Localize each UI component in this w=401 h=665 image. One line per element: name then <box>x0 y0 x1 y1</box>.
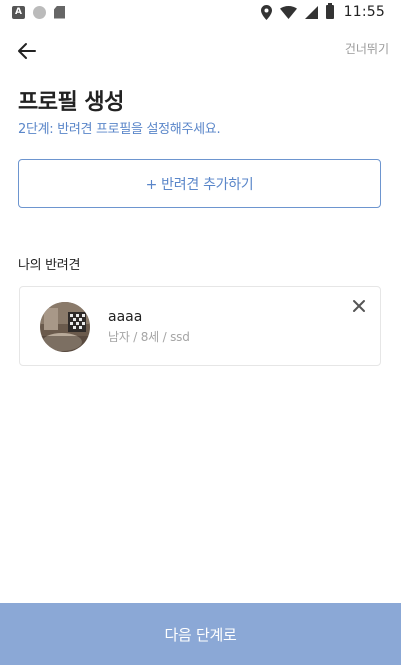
status-time: 11:55 <box>343 4 385 20</box>
status-bar-right: 11:55 <box>260 3 385 20</box>
wifi-icon <box>279 5 297 19</box>
close-icon <box>353 300 365 312</box>
status-bar: A 11:55 <box>0 0 401 24</box>
signal-icon <box>304 5 318 19</box>
add-pet-button-label: + 반려견 추가하기 <box>145 176 254 193</box>
add-pet-button[interactable]: + 반려견 추가하기 <box>18 159 381 208</box>
page-title: 프로필 생성 <box>18 90 124 115</box>
skip-link[interactable]: 건너뛰기 <box>345 40 389 57</box>
my-pets-section-title: 나의 반려견 <box>18 258 81 273</box>
sd-card-icon <box>54 5 65 19</box>
remove-pet-button[interactable] <box>350 297 368 315</box>
location-icon <box>260 4 272 20</box>
pet-name: aaaa <box>108 309 143 325</box>
pet-photo <box>40 302 90 352</box>
next-step-button-label: 다음 단계로 <box>164 625 237 644</box>
a-notification-icon: A <box>12 5 25 19</box>
arrow-left-icon <box>18 43 36 59</box>
battery-icon <box>325 3 334 19</box>
page-subtitle: 2단계: 반려견 프로필을 설정해주세요. <box>18 122 221 137</box>
next-step-button[interactable]: 다음 단계로 <box>0 603 401 665</box>
pet-card[interactable]: aaaa 남자 / 8세 / ssd <box>19 286 381 366</box>
pet-info: 남자 / 8세 / ssd <box>108 330 190 344</box>
circle-notification-icon <box>33 5 46 19</box>
back-button[interactable] <box>14 38 40 64</box>
pet-avatar <box>40 302 90 352</box>
status-bar-left: A <box>12 5 65 19</box>
